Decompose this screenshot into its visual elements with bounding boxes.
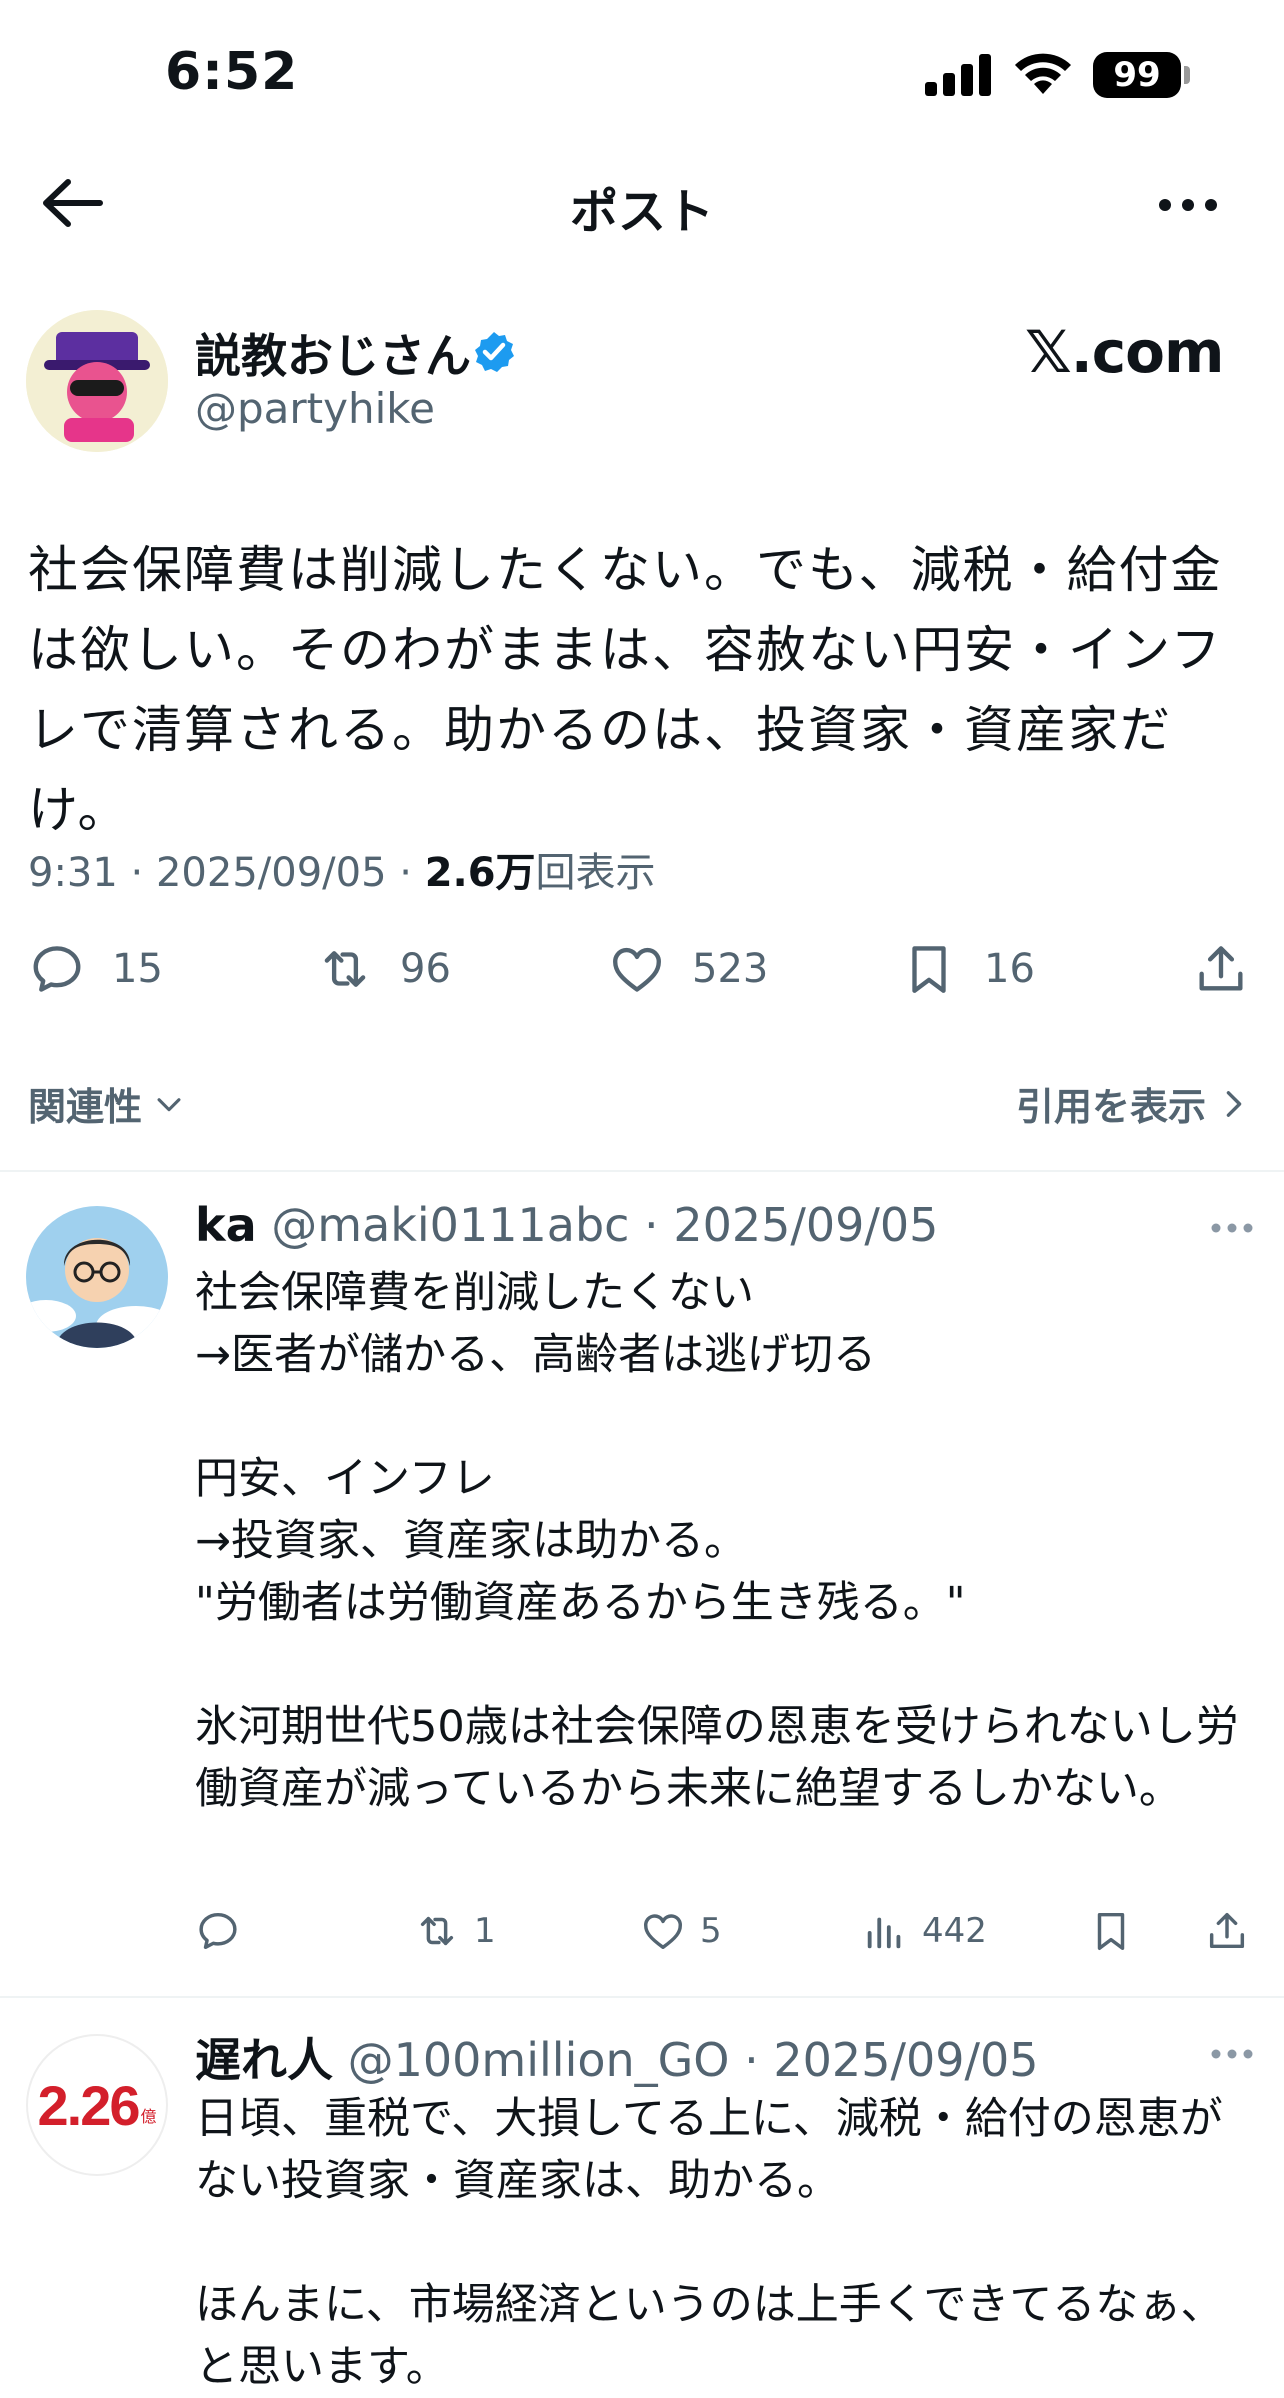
more-icon[interactable]	[1158, 198, 1218, 212]
like-count: 523	[692, 946, 769, 992]
reply-icon	[199, 1912, 237, 1950]
reply-header: ka @maki0111abc · 2025/09/05	[195, 1198, 939, 1252]
reply-button[interactable]: 15	[28, 940, 163, 998]
reply-avatar[interactable]: 2.26 億	[26, 2034, 168, 2176]
share-button[interactable]	[1192, 940, 1250, 998]
repost-icon	[324, 951, 366, 987]
reply-repost-count: 1	[474, 1911, 496, 1951]
author-avatar[interactable]	[26, 310, 168, 452]
page-title: ポスト	[569, 184, 714, 240]
post-views-suffix: 回表示	[535, 850, 656, 896]
reply-handle[interactable]: @maki0111abc	[271, 1198, 629, 1252]
post-date: 2025/09/05	[155, 850, 387, 896]
author-name[interactable]: 説教おじさん	[195, 320, 471, 386]
reply-views-count: 442	[922, 1911, 987, 1951]
share-icon	[1209, 1912, 1245, 1949]
battery-tip	[1184, 66, 1190, 84]
reply-count: 15	[112, 946, 163, 992]
divider	[0, 1170, 1284, 1172]
status-time: 6:52	[165, 42, 299, 102]
chevron-down-icon	[157, 1097, 181, 1111]
reply-bookmark-button[interactable]	[1088, 1908, 1134, 1954]
reply-icon	[33, 946, 81, 992]
verified-badge-icon	[472, 330, 516, 374]
like-button[interactable]: 523	[608, 940, 768, 998]
post-views-count: 2.6万	[424, 850, 536, 896]
like-icon	[613, 947, 661, 992]
like-icon	[644, 1914, 682, 1950]
battery-indicator: 99	[1093, 52, 1181, 98]
reply-share-button[interactable]	[1204, 1908, 1250, 1954]
reply-author-name[interactable]: 遅れ人	[195, 2033, 333, 2087]
quotes-label: 引用を表示	[1015, 1085, 1206, 1129]
repost-count: 96	[400, 946, 451, 992]
reply-repost-button[interactable]: 1	[414, 1908, 496, 1954]
reply-avatar[interactable]	[26, 1206, 168, 1348]
reply-header: 遅れ人 @100million_GO · 2025/09/05	[195, 2033, 1039, 2087]
divider	[0, 1996, 1284, 1998]
reply-date[interactable]: 2025/09/05	[773, 2033, 1038, 2087]
reply-reply-button[interactable]	[195, 1908, 241, 1954]
reply-more-icon[interactable]	[1210, 1222, 1254, 1234]
post-time: 9:31	[28, 850, 118, 896]
avatar-price-unit: 億	[140, 2107, 157, 2126]
post-text: 社会保障費は削減したくない。でも、減税・給付金は欲しい。そのわがままは、容赦ない…	[28, 541, 1223, 839]
reply-views-button[interactable]: 442	[862, 1908, 987, 1954]
reply-like-button[interactable]: 5	[640, 1908, 722, 1954]
share-icon	[1199, 946, 1243, 991]
brand-watermark: 𝕏.com	[1025, 318, 1224, 386]
bookmark-icon	[912, 946, 946, 993]
wifi-icon	[1012, 50, 1074, 96]
bookmark-button[interactable]: 16	[900, 940, 1035, 998]
bookmark-icon	[1097, 1912, 1125, 1950]
view-quotes-link[interactable]: 引用を表示	[1016, 1076, 1248, 1131]
reply-text: 社会保障費を削減したくない →医者が儲かる、高齢者は逃げ切る 円安、インフレ →…	[195, 1268, 1239, 1814]
repost-icon	[420, 1916, 454, 1946]
repost-button[interactable]: 96	[316, 940, 451, 998]
reply-more-icon[interactable]	[1210, 2048, 1254, 2060]
sort-dropdown[interactable]: 関連性	[28, 1076, 186, 1131]
bookmark-count: 16	[984, 946, 1035, 992]
sort-label: 関連性	[28, 1085, 143, 1129]
avatar-price: 2.26	[37, 2073, 140, 2137]
reply-date[interactable]: 2025/09/05	[673, 1198, 938, 1252]
author-handle[interactable]: @partyhike	[195, 384, 435, 433]
reply-like-count: 5	[700, 1911, 722, 1951]
chevron-right-icon	[1226, 1090, 1242, 1117]
reply-handle[interactable]: @100million_GO	[348, 2033, 730, 2087]
reply-text: 日頃、重税で、大損してる上に、減税・給付の恩恵がない投資家・資産家は、助かる。 …	[195, 2094, 1224, 2392]
post-meta: 9:31 · 2025/09/05 · 2.6万回表示	[28, 850, 656, 896]
reply-author-name[interactable]: ka	[195, 1198, 257, 1252]
signal-icon	[925, 54, 991, 96]
views-icon	[867, 1917, 901, 1949]
